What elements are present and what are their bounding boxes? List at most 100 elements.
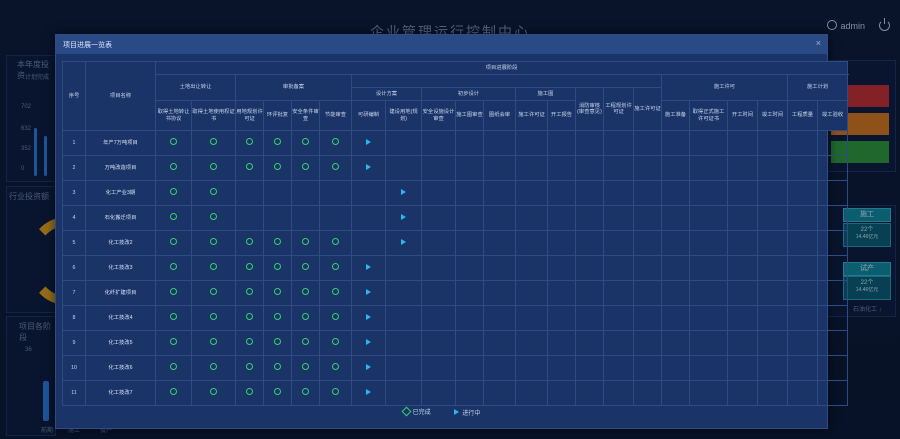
stage-cell xyxy=(191,380,236,406)
stage-cell xyxy=(385,205,422,231)
stage-cell xyxy=(547,180,576,206)
stage-cell xyxy=(727,355,758,381)
stage-cell xyxy=(263,205,292,231)
stage-cell xyxy=(603,355,634,381)
stage-cell xyxy=(191,255,236,281)
stage-cell xyxy=(661,205,690,231)
col-appr-3: 安全条件审查 xyxy=(291,100,320,131)
stage-cell xyxy=(515,380,548,406)
table-row[interactable]: 2 万吨改造项目 xyxy=(62,155,849,181)
row-seq: 6 xyxy=(62,255,86,281)
done-icon xyxy=(274,313,281,321)
stage-cell xyxy=(787,380,818,406)
done-icon xyxy=(170,163,177,171)
stage-cell xyxy=(351,180,386,206)
stage-cell xyxy=(689,230,728,256)
table-row[interactable]: 10 化工技改6 xyxy=(62,355,849,381)
done-icon xyxy=(332,338,339,346)
status-legend: 已完成 进行中 xyxy=(56,406,827,417)
stage-cell xyxy=(547,305,576,331)
stage-cell xyxy=(689,180,728,206)
stage-cell xyxy=(727,130,758,156)
stage-cell xyxy=(235,155,264,181)
stage-cell xyxy=(155,305,192,331)
stage-cell xyxy=(603,305,634,331)
close-icon[interactable]: × xyxy=(816,38,821,48)
col-per-3: 施工准备 xyxy=(661,100,690,131)
stage-cell xyxy=(787,280,818,306)
stage-cell xyxy=(727,180,758,206)
stage-cell xyxy=(689,205,728,231)
stage-cell xyxy=(816,380,849,406)
stage-cell xyxy=(547,280,576,306)
stage-cell xyxy=(575,280,604,306)
table-row[interactable]: 11 化工技改7 xyxy=(62,380,849,406)
in-progress-icon xyxy=(366,313,371,320)
table-body: 1 年产7万吨项目 2 万吨改造项目 3 化工产业3期 4 石化搬迁项目 5 化工技改2 6 化工技改… xyxy=(62,130,849,406)
row-seq: 9 xyxy=(62,330,86,356)
stage-cell xyxy=(155,380,192,406)
stage-cell xyxy=(319,155,352,181)
stage-cell xyxy=(291,355,320,381)
stage-cell xyxy=(483,280,516,306)
table-row[interactable]: 7 化纤扩建项目 xyxy=(62,280,849,306)
stage-cell xyxy=(319,380,352,406)
done-icon xyxy=(210,363,217,371)
stage-cell xyxy=(421,205,456,231)
stage-cell xyxy=(661,130,690,156)
table-row[interactable]: 6 化工技改3 xyxy=(62,255,849,281)
table-row[interactable]: 4 石化搬迁项目 xyxy=(62,205,849,231)
stage-cell xyxy=(421,230,456,256)
table-row[interactable]: 1 年产7万吨项目 xyxy=(62,130,849,156)
stage-cell xyxy=(603,255,634,281)
row-project-name: 化工技改3 xyxy=(85,255,156,281)
col-land-1: 取得土地转让书协议 xyxy=(155,100,192,131)
done-icon xyxy=(332,238,339,246)
in-progress-icon xyxy=(366,388,371,395)
stage-cell xyxy=(155,255,192,281)
done-icon xyxy=(332,363,339,371)
stage-cell xyxy=(727,305,758,331)
done-icon xyxy=(401,406,412,417)
stage-cell xyxy=(661,180,690,206)
row-project-name: 化工产业3期 xyxy=(85,180,156,206)
table-row[interactable]: 8 化工技改4 xyxy=(62,305,849,331)
done-icon xyxy=(274,338,281,346)
stage-cell xyxy=(727,230,758,256)
col-plan-1: 开工时间 xyxy=(727,100,758,131)
row-project-name: 石化搬迁项目 xyxy=(85,205,156,231)
stage-cell xyxy=(603,130,634,156)
stage-cell xyxy=(787,255,818,281)
stage-cell xyxy=(816,230,849,256)
stage-cell xyxy=(787,355,818,381)
stage-cell xyxy=(263,380,292,406)
col-per-2: 开工报告 xyxy=(547,100,576,131)
row-seq: 1 xyxy=(62,130,86,156)
stage-cell xyxy=(689,330,728,356)
stage-cell xyxy=(633,330,662,356)
done-icon xyxy=(302,338,309,346)
stage-cell xyxy=(787,330,818,356)
stage-cell xyxy=(661,155,690,181)
stage-cell xyxy=(661,280,690,306)
stage-cell xyxy=(661,355,690,381)
in-progress-icon xyxy=(366,288,371,295)
table-row[interactable]: 5 化工技改2 xyxy=(62,230,849,256)
stage-cell xyxy=(689,255,728,281)
stage-cell xyxy=(319,230,352,256)
done-icon xyxy=(246,363,253,371)
stage-cell xyxy=(421,355,456,381)
stage-cell xyxy=(191,205,236,231)
stage-cell xyxy=(263,130,292,156)
done-icon xyxy=(302,363,309,371)
stage-cell xyxy=(319,305,352,331)
table-row[interactable]: 9 化工技改5 xyxy=(62,330,849,356)
stage-cell xyxy=(191,130,236,156)
table-row[interactable]: 3 化工产业3期 xyxy=(62,180,849,206)
stage-cell xyxy=(319,130,352,156)
done-icon xyxy=(246,138,253,146)
stage-cell xyxy=(385,180,422,206)
done-icon xyxy=(170,388,177,396)
stage-cell xyxy=(455,255,484,281)
row-project-name: 化工技改5 xyxy=(85,330,156,356)
